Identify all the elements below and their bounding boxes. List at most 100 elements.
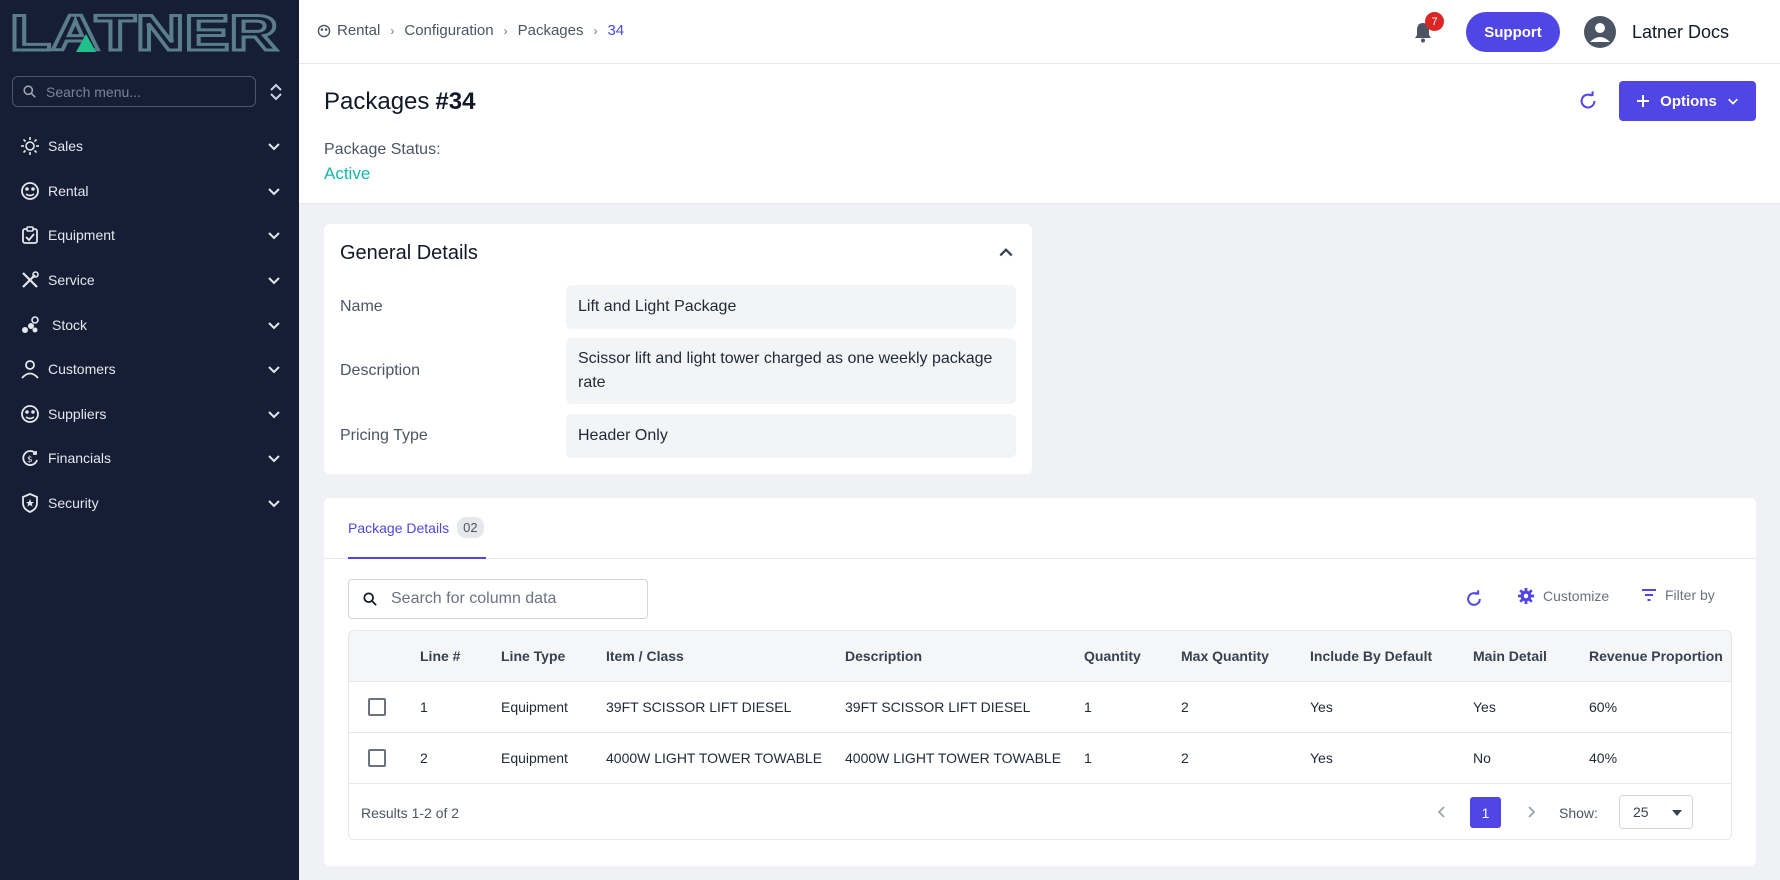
field-label: Pricing Type: [340, 427, 428, 444]
sidebar-search-input[interactable]: Search menu...: [12, 76, 256, 107]
package-details-panel: Package Details 02 Search for column dat…: [324, 498, 1756, 866]
refresh-icon[interactable]: [1464, 589, 1484, 609]
suppliers-icon: [20, 404, 40, 424]
row-checkbox[interactable]: [368, 698, 386, 716]
col-item-class[interactable]: Item / Class: [606, 648, 684, 664]
sidebar-item-label: Customers: [48, 361, 116, 378]
tab-bar: Package Details 02: [324, 498, 1756, 559]
status-value: Active: [324, 164, 371, 183]
chevron-down-icon: [1727, 98, 1738, 105]
col-description[interactable]: Description: [845, 648, 922, 664]
filter-button[interactable]: Filter by: [1641, 587, 1715, 603]
col-quantity[interactable]: Quantity: [1084, 648, 1141, 664]
stock-icon: [20, 315, 40, 335]
cell-revenue-proportion: 60%: [1589, 699, 1618, 715]
col-revenue-proportion[interactable]: Revenue Proportion: [1589, 648, 1723, 664]
sidebar-item-sales[interactable]: Sales: [0, 124, 299, 169]
chevron-down-icon: [268, 277, 280, 285]
field-label: Name: [340, 298, 383, 315]
gear-icon: [1517, 587, 1535, 605]
results-count: Results 1-2 of 2: [361, 805, 460, 821]
sidebar-item-suppliers[interactable]: Suppliers: [0, 392, 299, 437]
support-button[interactable]: Support: [1466, 12, 1560, 52]
chevron-down-icon: [268, 411, 280, 419]
svg-text:$: $: [27, 455, 33, 465]
cell-item-class: 4000W LIGHT TOWER TOWABLE: [606, 750, 823, 766]
col-max-quantity[interactable]: Max Quantity: [1181, 648, 1269, 664]
latner-logo[interactable]: LATNER: [10, 10, 280, 54]
breadcrumb-rental[interactable]: Rental: [337, 22, 380, 39]
page-title: Packages #34: [324, 88, 476, 115]
search-icon: [363, 592, 377, 606]
col-include-by-default[interactable]: Include By Default: [1310, 648, 1432, 664]
table-footer: Results 1-2 of 2 1 Show: 25: [349, 783, 1731, 839]
column-search-input[interactable]: Search for column data: [348, 579, 648, 619]
field-name: Name Lift and Light Package: [340, 285, 1016, 329]
col-line-number[interactable]: Line #: [420, 648, 460, 664]
options-label: Options: [1660, 92, 1717, 110]
row-checkbox[interactable]: [368, 749, 386, 767]
refresh-icon[interactable]: [1577, 90, 1599, 112]
sidebar-item-security[interactable]: Security: [0, 481, 299, 526]
breadcrumb-packages[interactable]: Packages: [518, 22, 584, 39]
field-label: Description: [340, 362, 421, 379]
equipment-icon: [20, 225, 40, 245]
sidebar-item-service[interactable]: Service: [0, 258, 299, 303]
page-size-select[interactable]: 25: [1619, 795, 1693, 829]
col-main-detail[interactable]: Main Detail: [1473, 648, 1547, 664]
caret-down-icon: [1672, 810, 1682, 816]
page-button-current[interactable]: 1: [1470, 797, 1501, 828]
chevron-right-icon: ›: [503, 23, 508, 38]
customize-button[interactable]: Customize: [1517, 587, 1609, 605]
chevron-down-icon: [268, 143, 280, 151]
sidebar-item-financials[interactable]: $ Financials: [0, 436, 299, 481]
cell-include-by-default: Yes: [1310, 699, 1333, 715]
chevron-right-icon: ›: [390, 23, 395, 38]
svg-text:LATNER: LATNER: [10, 10, 278, 54]
customize-label: Customize: [1543, 588, 1610, 604]
top-bar: Rental › Configuration › Packages › 34 7…: [299, 0, 1780, 64]
user-name[interactable]: Latner Docs: [1632, 22, 1729, 43]
filter-label: Filter by: [1665, 587, 1715, 603]
plus-icon: [1637, 95, 1650, 107]
sidebar-item-stock[interactable]: Stock: [0, 302, 299, 347]
page-size-label: Show:: [1559, 805, 1598, 821]
chevron-left-icon[interactable]: [1435, 805, 1449, 819]
sidebar-nav: Sales Rental Equipment Service Stock Cus…: [0, 124, 299, 525]
sidebar-item-customers[interactable]: Customers: [0, 347, 299, 392]
filter-icon: [1642, 589, 1656, 601]
cell-item-class: 39FT SCISSOR LIFT DIESEL: [606, 699, 792, 715]
chevron-up-icon[interactable]: [998, 244, 1014, 260]
col-line-type[interactable]: Line Type: [501, 648, 565, 664]
column-search-placeholder: Search for column data: [391, 590, 557, 607]
notification-badge: 7: [1425, 12, 1444, 31]
record-id: #34: [435, 88, 476, 115]
cell-line-type: Equipment: [501, 699, 568, 715]
field-pricing-type: Pricing Type Header Only: [340, 414, 1016, 458]
sidebar-item-rental[interactable]: Rental: [0, 169, 299, 214]
name-value: Lift and Light Package: [566, 285, 1016, 329]
options-button[interactable]: Options: [1619, 81, 1756, 121]
chevron-down-icon: [268, 500, 280, 508]
cell-line-type: Equipment: [501, 750, 568, 766]
page-size-value: 25: [1633, 804, 1649, 820]
table-row[interactable]: 2 Equipment 4000W LIGHT TOWER TOWABLE 40…: [349, 732, 1731, 783]
chevron-right-icon: ›: [593, 23, 598, 38]
general-details-card: General Details Name Lift and Light Pack…: [324, 224, 1032, 474]
collapse-menu-icon[interactable]: [268, 82, 284, 102]
tab-package-details[interactable]: Package Details 02: [348, 498, 486, 559]
sidebar-item-equipment[interactable]: Equipment: [0, 213, 299, 258]
pricing-type-value: Header Only: [566, 414, 1016, 458]
rental-icon: [20, 181, 40, 201]
chevron-down-icon: [268, 366, 280, 374]
breadcrumb-configuration[interactable]: Configuration: [404, 22, 493, 39]
page-header: Packages #34 Package Status: Active Optio…: [299, 64, 1780, 204]
sidebar-item-label: Stock: [52, 316, 88, 333]
cell-max-quantity: 2: [1181, 699, 1189, 715]
tab-count-badge: 02: [457, 517, 484, 538]
table-row[interactable]: 1 Equipment 39FT SCISSOR LIFT DIESEL 39F…: [349, 681, 1731, 732]
sidebar-item-label: Suppliers: [48, 405, 107, 422]
cell-description: 39FT SCISSOR LIFT DIESEL: [845, 699, 1031, 715]
avatar[interactable]: [1584, 16, 1616, 48]
chevron-right-icon[interactable]: [1524, 805, 1538, 819]
